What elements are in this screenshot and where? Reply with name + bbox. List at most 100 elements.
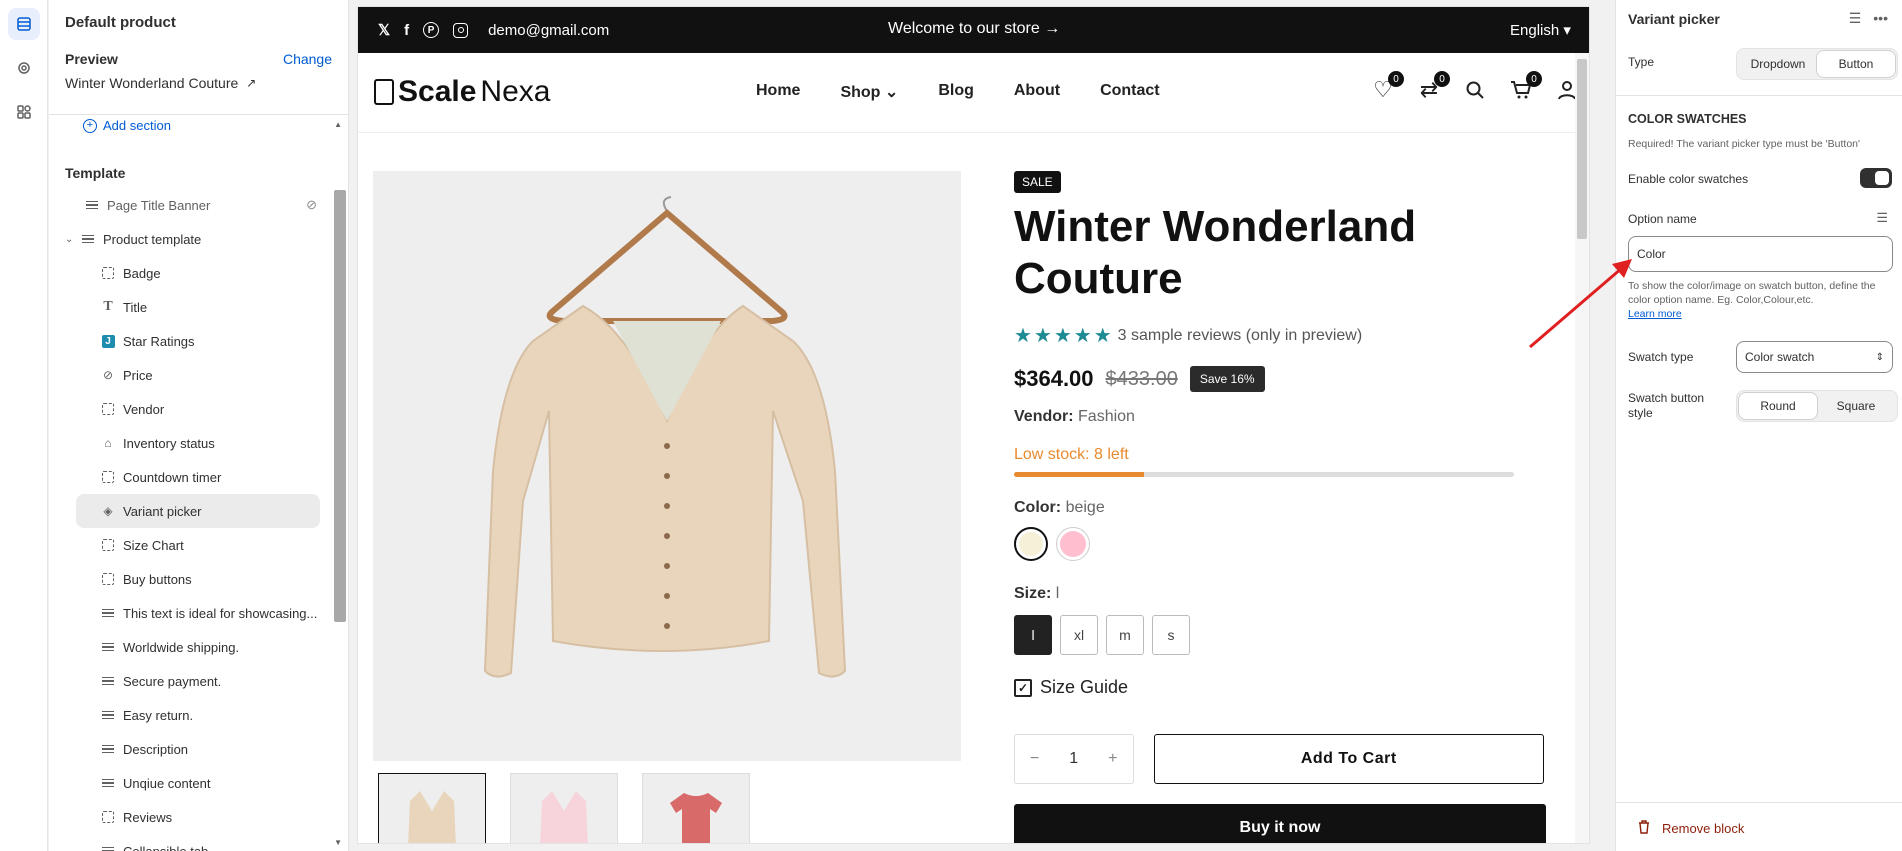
qty-increase-button[interactable]: + <box>1108 750 1117 768</box>
template-title[interactable]: Default product <box>65 14 332 31</box>
block-item[interactable]: T Title <box>65 290 337 324</box>
sidebar-scrollbar[interactable] <box>334 190 346 622</box>
external-link-icon[interactable]: ↗ <box>246 76 256 90</box>
scroll-down-icon[interactable]: ▼ <box>334 838 342 847</box>
block-icon <box>101 470 115 484</box>
divider <box>1616 802 1902 803</box>
dynamic-source-icon[interactable]: ☰ <box>1876 210 1888 226</box>
size-button[interactable]: xl <box>1060 615 1098 655</box>
block-item[interactable]: Vendor <box>65 392 337 426</box>
compare-icon[interactable]: ⇄ 0 <box>1416 71 1450 103</box>
lines-icon <box>101 708 115 722</box>
block-item[interactable]: This text is ideal for showcasing... <box>65 596 337 630</box>
language-selector[interactable]: English ▾ <box>1510 21 1571 39</box>
block-item[interactable]: Secure payment. <box>65 664 337 698</box>
qty-value[interactable]: 1 <box>1069 750 1078 768</box>
product-title: Winter Wonderland Couture <box>1014 202 1417 303</box>
x-twitter-icon[interactable]: 𝕏 <box>378 21 390 39</box>
welcome-message[interactable]: Welcome to our store → <box>888 20 1060 38</box>
learn-more-link[interactable]: Learn more <box>1628 308 1682 320</box>
vendor-value[interactable]: Fashion <box>1078 408 1135 425</box>
block-item[interactable]: Size Chart <box>65 528 337 562</box>
instagram-icon[interactable] <box>453 22 469 38</box>
button-style-square[interactable]: Square <box>1817 393 1895 419</box>
size-button[interactable]: l <box>1014 615 1052 655</box>
product-main-image[interactable] <box>373 171 961 761</box>
remove-block-button[interactable]: Remove block <box>1638 820 1744 837</box>
wishlist-icon[interactable]: ♡ 0 <box>1370 71 1404 103</box>
pinterest-icon[interactable]: P <box>423 22 440 38</box>
star-ratings[interactable]: ★★★★★ 3 sample reviews (only in preview) <box>1014 323 1544 348</box>
nav-home[interactable]: Home <box>756 82 800 102</box>
chevron-down-icon[interactable]: ⌄ <box>65 234 81 245</box>
app-j-icon: J <box>101 334 115 348</box>
block-item[interactable]: Buy buttons <box>65 562 337 596</box>
block-label: Buy buttons <box>123 571 192 587</box>
block-item[interactable]: ⌂ Inventory status <box>65 426 337 460</box>
color-swatch-pink[interactable] <box>1056 527 1090 561</box>
block-item[interactable]: Badge <box>65 256 337 290</box>
section-page-title-banner[interactable]: Page Title Banner ⊘ <box>65 188 337 222</box>
block-item[interactable]: J Star Ratings <box>65 324 337 358</box>
color-swatch-beige[interactable] <box>1014 527 1048 561</box>
star-rating-icons: ★★★★★ <box>1014 325 1114 347</box>
block-item[interactable]: Worldwide shipping. <box>65 630 337 664</box>
add-to-cart-button[interactable]: Add To Cart <box>1153 734 1544 784</box>
store-email[interactable]: demo@gmail.com <box>488 22 609 39</box>
required-note: Required! The variant picker type must b… <box>1628 138 1861 150</box>
apps-icon[interactable] <box>8 96 40 128</box>
swatch-type-label: Swatch type <box>1628 350 1694 364</box>
quantity-stepper[interactable]: − 1 + <box>1014 734 1134 784</box>
type-label: Type <box>1628 55 1655 69</box>
add-section-button[interactable]: + Add section <box>83 118 171 133</box>
block-item[interactable]: ◈ Variant picker <box>76 494 320 528</box>
block-item[interactable]: Unqiue content <box>65 766 337 800</box>
preview-scroll-thumb[interactable] <box>1577 59 1587 239</box>
database-icon[interactable]: ☰ <box>1849 10 1862 27</box>
block-item[interactable]: Collapsible tab <box>65 834 337 851</box>
lines-icon <box>101 844 115 851</box>
swatch-type-select[interactable]: Color swatch ⇕ <box>1736 341 1893 373</box>
more-icon[interactable]: ••• <box>1873 10 1888 27</box>
sections-icon[interactable] <box>8 8 40 40</box>
nav-blog[interactable]: Blog <box>938 82 974 102</box>
size-button[interactable]: m <box>1106 615 1144 655</box>
inventory-icon: ⌂ <box>104 436 112 450</box>
block-icon <box>101 402 115 416</box>
swatch-type-value: Color swatch <box>1745 350 1815 364</box>
inventory-progress-fill <box>1014 472 1144 477</box>
select-arrows-icon: ⇕ <box>1875 351 1884 363</box>
hidden-eye-icon[interactable]: ⊘ <box>306 197 317 213</box>
thumbnail-pink[interactable] <box>510 773 618 843</box>
nav-contact[interactable]: Contact <box>1100 82 1160 102</box>
section-product-template[interactable]: ⌄ Product template <box>65 222 337 256</box>
search-icon[interactable] <box>1462 77 1488 103</box>
option-name-input[interactable] <box>1628 236 1893 272</box>
store-logo[interactable]: Scale Nexa <box>374 75 550 109</box>
thumbnail-red-tee[interactable] <box>642 773 750 843</box>
enable-swatches-toggle[interactable] <box>1860 168 1892 188</box>
settings-icon[interactable] <box>8 52 40 84</box>
main-nav: Home Shop ⌄ Blog About Contact <box>756 82 1160 102</box>
nav-about[interactable]: About <box>1014 82 1060 102</box>
block-item[interactable]: Easy return. <box>65 698 337 732</box>
block-item[interactable]: ⊘ Price <box>65 358 337 392</box>
block-item[interactable]: Reviews <box>65 800 337 834</box>
size-button[interactable]: s <box>1152 615 1190 655</box>
nav-shop[interactable]: Shop ⌄ <box>840 82 898 102</box>
block-item[interactable]: Countdown timer <box>65 460 337 494</box>
cart-icon[interactable]: 0 <box>1508 71 1542 103</box>
thumbnail-beige[interactable] <box>378 773 486 843</box>
size-guide-link[interactable]: ✓ Size Guide <box>1014 677 1544 698</box>
button-style-round[interactable]: Round <box>1739 393 1817 419</box>
block-item[interactable]: Description <box>65 732 337 766</box>
trash-icon <box>1638 820 1650 837</box>
qty-decrease-button[interactable]: − <box>1030 750 1039 768</box>
type-option-button[interactable]: Button <box>1817 51 1895 77</box>
facebook-icon[interactable]: f <box>404 22 409 39</box>
buy-now-button[interactable]: Buy it now <box>1014 804 1546 843</box>
block-settings-panel: Variant picker ☰ ••• Type Dropdown Butto… <box>1615 0 1902 851</box>
change-preview-link[interactable]: Change <box>283 51 332 67</box>
scroll-up-icon[interactable]: ▲ <box>334 120 342 129</box>
type-option-dropdown[interactable]: Dropdown <box>1739 51 1817 77</box>
